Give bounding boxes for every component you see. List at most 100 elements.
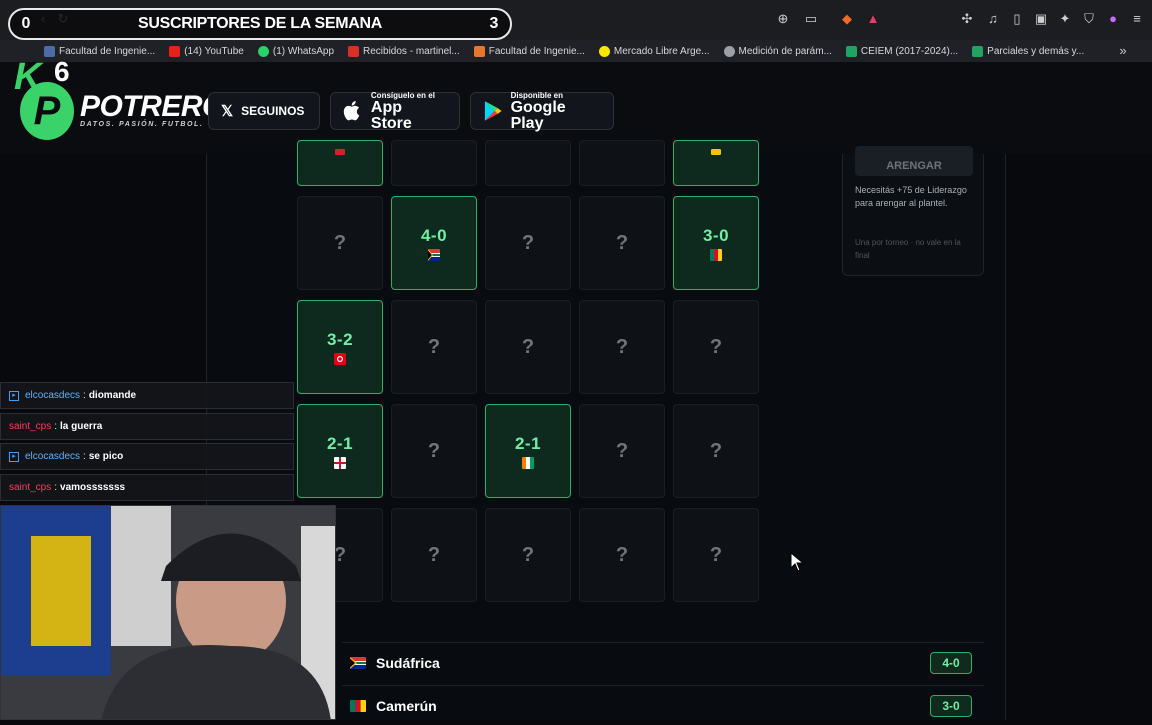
grid-cell-won[interactable]: 2-1 <box>297 404 383 498</box>
result-team: Sudáfrica <box>376 654 440 671</box>
apple-icon <box>343 101 360 121</box>
arengar-panel: ARENGAR Necesitás +75 de Liderazgo para … <box>842 146 984 276</box>
grid-cell-won[interactable]: 2-1 <box>485 404 571 498</box>
bookmark-item[interactable]: Facultad de Ingenie... <box>44 45 155 57</box>
more-bookmarks-icon[interactable]: » <box>1116 44 1130 58</box>
grid-cell-unknown[interactable]: ? <box>391 404 477 498</box>
unknown-mark: ? <box>615 439 629 462</box>
grid-cell-unknown[interactable]: ? <box>673 404 759 498</box>
chat-separator: : <box>83 451 86 463</box>
match-score: 4-0 <box>420 225 448 245</box>
grid-cell[interactable] <box>485 140 571 186</box>
result-row[interactable]: Sudáfrica 4-0 <box>342 642 984 682</box>
menu-icon[interactable]: ≡ <box>1130 12 1144 26</box>
grid-cell[interactable] <box>391 140 477 186</box>
grid-cell-won[interactable]: 3-2 <box>297 300 383 394</box>
brand-logo[interactable]: P <box>20 82 74 140</box>
brave-rewards-icon[interactable]: ▲ <box>866 12 880 26</box>
mercadolibre-icon <box>598 45 610 57</box>
sparkle-icon[interactable]: ✦ <box>1058 12 1072 26</box>
chat-separator: : <box>54 420 58 432</box>
result-score-badge: 4-0 <box>930 651 972 674</box>
grid-cell-unknown[interactable]: ? <box>485 196 571 290</box>
chat-user[interactable]: elcocasdecs <box>25 390 80 401</box>
cameroon-flag-icon <box>350 699 366 712</box>
grid-cell-unknown[interactable]: ? <box>485 300 571 394</box>
grid-cell-unknown[interactable]: ? <box>485 508 571 602</box>
screen-icon[interactable]: ▭ <box>804 12 818 26</box>
banner-left-count: 0 <box>21 15 31 32</box>
vpn-icon[interactable]: ⛉ <box>1082 12 1096 26</box>
bookmark-item[interactable]: Parciales y demás y... <box>972 45 1085 57</box>
grid-cell-unknown[interactable]: ? <box>297 196 383 290</box>
google-play-icon <box>484 101 502 121</box>
grid-cell-unknown[interactable]: ? <box>673 300 759 394</box>
bookmark-label: Recibidos - martinel... <box>363 45 460 57</box>
extensions-icon[interactable]: ✣ <box>960 12 974 26</box>
brave-shield-icon[interactable]: ◆ <box>840 12 854 26</box>
sidebar-icon[interactable]: ▯ <box>1010 12 1024 26</box>
follow-x-button[interactable]: 𝕏 SEGUINOS <box>208 92 320 130</box>
grid-cell-unknown[interactable]: ? <box>391 508 477 602</box>
webcam-image <box>1 506 335 719</box>
prime-badge-icon: ▸ <box>9 390 19 401</box>
stream-chat: ▸ elcocasdecs : diomande saint_cps : la … <box>0 382 294 504</box>
drive-icon <box>972 45 984 57</box>
grid-cell-unknown[interactable]: ? <box>579 508 665 602</box>
banner-title: SUSCRIPTORES DE LA SEMANA <box>137 15 383 32</box>
bookmark-item[interactable]: (14) YouTube <box>169 45 244 57</box>
grid-cell-unknown[interactable]: ? <box>391 300 477 394</box>
bookmark-label: (14) YouTube <box>184 45 244 57</box>
unknown-mark: ? <box>333 231 347 254</box>
chat-user[interactable]: saint_cps <box>9 421 51 432</box>
grid-cell-unknown[interactable]: ? <box>673 508 759 602</box>
match-score: 2-1 <box>514 433 542 453</box>
grid-cell-won[interactable] <box>673 140 759 186</box>
result-team: Camerún <box>376 697 437 714</box>
bookmark-item[interactable]: Facultad de Ingenie... <box>473 45 585 57</box>
arengar-button[interactable]: ARENGAR <box>855 146 973 176</box>
arengar-requirement: Necesitás +75 de Liderazgo para arengar … <box>855 185 967 208</box>
result-row[interactable]: Camerún 3-0 <box>342 685 984 725</box>
bookmark-label: CEIEM (2017-2024)... <box>860 45 959 57</box>
bookmark-item[interactable]: Recibidos - martinel... <box>348 45 460 57</box>
grid-cell-unknown[interactable]: ? <box>579 196 665 290</box>
leo-icon[interactable]: ● <box>1106 12 1120 26</box>
google-play-button[interactable]: Disponible en Google Play <box>470 91 614 131</box>
subscribers-banner: 0 SUSCRIPTORES DE LA SEMANA 3 <box>8 8 512 40</box>
wallet-icon[interactable]: ▣ <box>1034 12 1048 26</box>
bookmark-item[interactable]: Medición de parám... <box>723 45 832 57</box>
flag-icon <box>711 149 721 155</box>
bookmark-label: Mercado Libre Arge... <box>613 45 710 57</box>
chat-text: diomande <box>88 390 137 401</box>
app-store-button[interactable]: Consíguelo en el App Store <box>330 91 460 131</box>
bookmark-item[interactable]: CEIEM (2017-2024)... <box>845 45 959 57</box>
chat-separator: : <box>54 481 58 493</box>
bookmark-item[interactable]: (1) WhatsApp <box>257 45 334 57</box>
unknown-mark: ? <box>427 335 441 358</box>
x-logo-icon: 𝕏 <box>221 103 234 120</box>
brand-name[interactable]: POTRERO <box>80 90 225 124</box>
brand-tagline: DATOS. PASIÓN. FUTBOL. <box>80 121 204 128</box>
grid-cell-won[interactable]: 3-0 <box>673 196 759 290</box>
chat-user[interactable]: elcocasdecs <box>25 451 80 462</box>
zoom-icon[interactable]: ⊕ <box>776 12 790 26</box>
mouse-cursor-icon <box>790 552 804 572</box>
grid-cell-won[interactable] <box>297 140 383 186</box>
grid-cell-unknown[interactable]: ? <box>579 300 665 394</box>
south-africa-flag-icon <box>350 656 366 669</box>
music-icon[interactable]: ♫ <box>986 12 1000 26</box>
grid-cell-unknown[interactable]: ? <box>579 404 665 498</box>
prime-badge-icon: ▸ <box>9 451 19 462</box>
bookmark-item[interactable]: Mercado Libre Arge... <box>598 45 710 57</box>
streamer-webcam <box>0 505 336 720</box>
bookmark-label: Medición de parám... <box>738 45 832 57</box>
chat-message: ▸ elcocasdecs : se pico <box>0 443 294 471</box>
chat-text: se pico <box>88 451 124 463</box>
youtube-icon <box>169 45 181 57</box>
globe-icon <box>723 45 735 57</box>
chat-user[interactable]: saint_cps <box>9 482 51 493</box>
grid-cell[interactable] <box>579 140 665 186</box>
grid-cell-won[interactable]: 4-0 <box>391 196 477 290</box>
bookmark-label: Parciales y demás y... <box>987 45 1085 57</box>
